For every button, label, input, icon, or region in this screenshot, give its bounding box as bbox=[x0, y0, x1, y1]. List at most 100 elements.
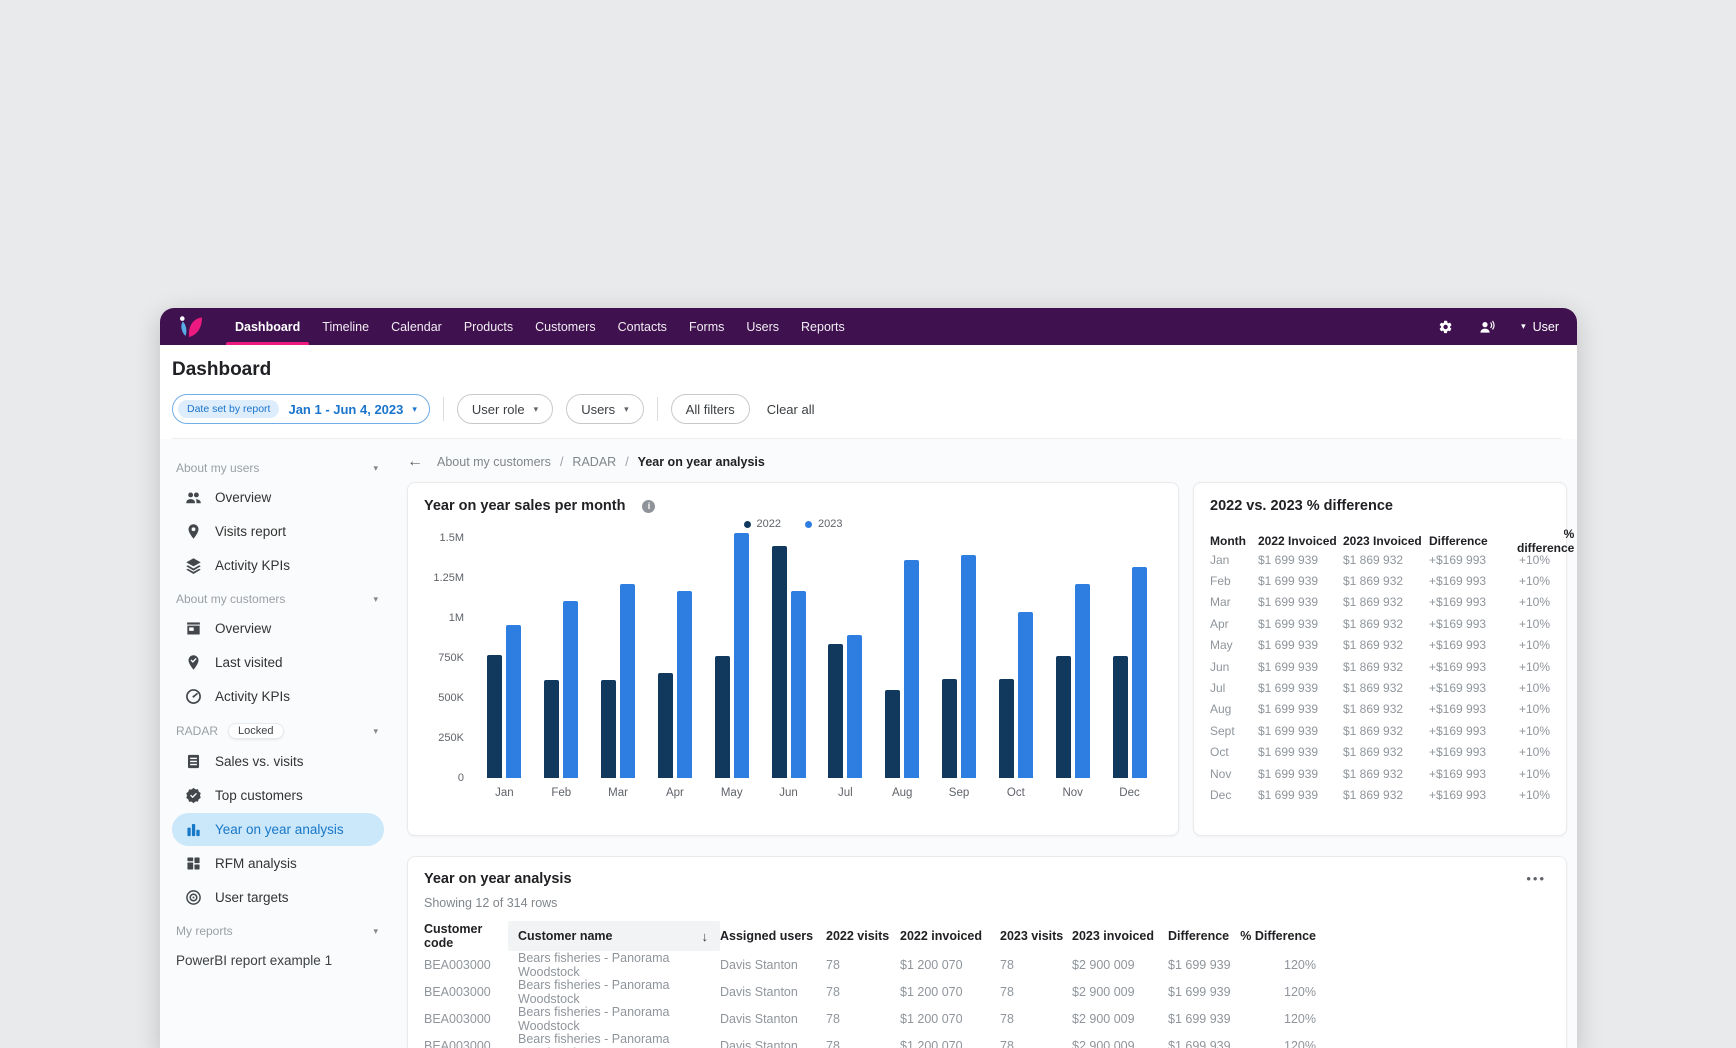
legend-dot bbox=[805, 520, 812, 528]
page-title: Dashboard bbox=[172, 359, 272, 380]
nav-item-customers[interactable]: Customers bbox=[524, 308, 606, 345]
analysis-table: Customer code Customer name ↓ Assigned user… bbox=[424, 921, 1550, 1048]
more-options-icon[interactable]: ••• bbox=[1522, 870, 1550, 887]
nav-item-reports[interactable]: Reports bbox=[790, 308, 856, 345]
sidebar-item-sales-vs-visits[interactable]: Sales vs. visits bbox=[172, 745, 384, 778]
nav-item-products[interactable]: Products bbox=[453, 308, 524, 345]
column-header-2022-invoiced[interactable]: 2022 invoiced bbox=[900, 929, 1000, 943]
nav-item-forms[interactable]: Forms bbox=[678, 308, 735, 345]
sidebar-item-label: User targets bbox=[215, 890, 289, 905]
cell: $1 869 932 bbox=[1343, 702, 1404, 717]
grid-icon bbox=[185, 855, 202, 872]
sidebar-item-top-customers[interactable]: Top customers bbox=[172, 779, 384, 812]
sidebar-item-powerbi-report-example-1[interactable]: PowerBI report example 1 bbox=[172, 944, 384, 977]
sidebar-item-last-visited[interactable]: Last visited bbox=[172, 646, 384, 679]
sidebar-section-about-my-users[interactable]: About my users ▾ bbox=[172, 461, 384, 475]
analysis-table-header: Customer code Customer name ↓ Assigned user… bbox=[424, 921, 1550, 951]
nav-item-dashboard[interactable]: Dashboard bbox=[224, 308, 311, 345]
comparison-row-jul: Jul $1 699 939 $1 869 932 +$169 993 +10% bbox=[1210, 677, 1550, 698]
sidebar-item-user-targets[interactable]: User targets bbox=[172, 881, 384, 914]
sidebar-item-overview[interactable]: Overview bbox=[172, 481, 384, 514]
cell: $1 699 939 bbox=[1168, 958, 1231, 972]
bar-pair bbox=[1112, 567, 1147, 778]
column-header-2022-visits[interactable]: 2022 visits bbox=[826, 929, 900, 943]
cell: 120% bbox=[1284, 985, 1316, 999]
users-filter-button[interactable]: Users ▾ bbox=[566, 394, 644, 424]
cell: $1 699 939 bbox=[1258, 552, 1319, 567]
user-menu[interactable]: ▾ User bbox=[1521, 320, 1559, 334]
table-row[interactable]: BEA003000 Bears fisheries - Panorama Wood… bbox=[424, 1005, 1550, 1033]
cell: $1 200 070 bbox=[900, 1012, 963, 1026]
cell: 78 bbox=[826, 958, 840, 972]
cell: Bears fisheries - Panorama Woodstock bbox=[518, 978, 670, 1006]
cell: $1 699 939 bbox=[1258, 659, 1319, 674]
comparison-table: Month 2022 Invoiced 2023 Invoiced Differenc… bbox=[1210, 527, 1574, 806]
info-icon[interactable]: i bbox=[642, 499, 656, 513]
nav-item-timeline[interactable]: Timeline bbox=[311, 308, 380, 345]
bar-group-nov: Nov bbox=[1055, 584, 1090, 802]
breadcrumb-item[interactable]: RADAR bbox=[572, 455, 616, 469]
cell: $1 699 939 bbox=[1168, 1039, 1231, 1048]
column-header-2023-visits[interactable]: 2023 visits bbox=[1000, 929, 1072, 943]
column-header-label: Customer name bbox=[518, 929, 613, 943]
cell: Mar bbox=[1210, 595, 1231, 610]
sidebar-item-label: Activity KPIs bbox=[215, 689, 291, 704]
comparison-card: 2022 vs. 2023 % difference Month 2022 Inv… bbox=[1193, 482, 1574, 836]
all-filters-button[interactable]: All filters bbox=[670, 394, 750, 424]
nav-item-contacts[interactable]: Contacts bbox=[607, 308, 678, 345]
sidebar-section-label: About my customers bbox=[176, 592, 286, 606]
cell: 78 bbox=[826, 1012, 840, 1026]
user-voice-icon[interactable] bbox=[1479, 319, 1495, 335]
speed-icon bbox=[185, 688, 202, 705]
cell: Jun bbox=[1210, 659, 1230, 674]
table-row[interactable]: BEA003000 Bears fisheries - Panorama Wood… bbox=[424, 1032, 1550, 1048]
cell: $1 200 070 bbox=[900, 958, 963, 972]
bar-2023-mar bbox=[620, 584, 636, 778]
bar-pair bbox=[942, 555, 977, 778]
nav-item-calendar[interactable]: Calendar bbox=[380, 308, 453, 345]
sidebar-item-activity-kpis[interactable]: Activity KPIs bbox=[172, 680, 384, 713]
column-header-difference[interactable]: Difference bbox=[1168, 929, 1236, 943]
cell: +$169 993 bbox=[1429, 574, 1487, 589]
user-role-filter-button[interactable]: User role ▾ bbox=[456, 394, 554, 424]
sidebar-section-my-reports[interactable]: My reports ▾ bbox=[172, 924, 384, 938]
chevron-down-icon: ▾ bbox=[533, 403, 539, 414]
sidebar-item-rfm-analysis[interactable]: RFM analysis bbox=[172, 847, 384, 880]
column-header-assigned-users[interactable]: Assigned users bbox=[720, 929, 826, 943]
sidebar-section-radar[interactable]: RADAR Locked ▾ bbox=[172, 723, 384, 739]
column-header-customer-code[interactable]: Customer code bbox=[424, 922, 508, 950]
column-header-customer-name[interactable]: Customer name ↓ bbox=[508, 921, 720, 951]
column-header-2023-invoiced[interactable]: 2023 invoiced bbox=[1072, 929, 1168, 943]
bar-2023-nov bbox=[1074, 584, 1090, 778]
y-axis-tick: 500K bbox=[438, 692, 464, 704]
breadcrumb-item[interactable]: About my customers bbox=[437, 455, 551, 469]
settings-gear-icon[interactable] bbox=[1437, 319, 1453, 335]
clear-all-button[interactable]: Clear all bbox=[763, 402, 819, 417]
cell: +10% bbox=[1518, 638, 1550, 653]
column-header--difference[interactable]: % Difference bbox=[1236, 929, 1316, 943]
nav-item-users[interactable]: Users bbox=[735, 308, 790, 345]
user-menu-label: User bbox=[1532, 319, 1559, 334]
sidebar-item-visits-report[interactable]: Visits report bbox=[172, 515, 384, 548]
bar-group-dec: Dec bbox=[1112, 567, 1147, 802]
cell: +$169 993 bbox=[1429, 766, 1487, 781]
back-arrow-icon[interactable]: ← bbox=[407, 454, 423, 470]
sidebar-item-overview[interactable]: Overview bbox=[172, 612, 384, 645]
cell: BEA003000 bbox=[424, 958, 491, 972]
legend-item-2022[interactable]: 2022 bbox=[743, 518, 781, 530]
sidebar-item-activity-kpis[interactable]: Activity KPIs bbox=[172, 549, 384, 582]
sidebar-item-year-on-year-analysis[interactable]: Year on year analysis bbox=[172, 813, 384, 846]
legend-item-2023[interactable]: 2023 bbox=[805, 518, 842, 530]
table-row[interactable]: BEA003000 Bears fisheries - Panorama Wood… bbox=[424, 951, 1550, 979]
cell: Dec bbox=[1210, 787, 1232, 802]
bar-2022-oct bbox=[998, 679, 1014, 778]
breadcrumb-separator: / bbox=[625, 455, 629, 469]
comparison-row-apr: Apr $1 699 939 $1 869 932 +$169 993 +10% bbox=[1210, 613, 1550, 634]
sidebar-section-about-my-customers[interactable]: About my customers ▾ bbox=[172, 592, 384, 606]
bar-2023-feb bbox=[563, 601, 579, 778]
app-logo-icon[interactable] bbox=[174, 315, 204, 339]
cell: $1 869 932 bbox=[1343, 723, 1404, 738]
bar-group-oct: Oct bbox=[998, 612, 1033, 802]
date-filter-button[interactable]: Date set by report Jan 1 - Jun 4, 2023 ▾ bbox=[172, 394, 430, 424]
table-row[interactable]: BEA003000 Bears fisheries - Panorama Wood… bbox=[424, 978, 1550, 1006]
